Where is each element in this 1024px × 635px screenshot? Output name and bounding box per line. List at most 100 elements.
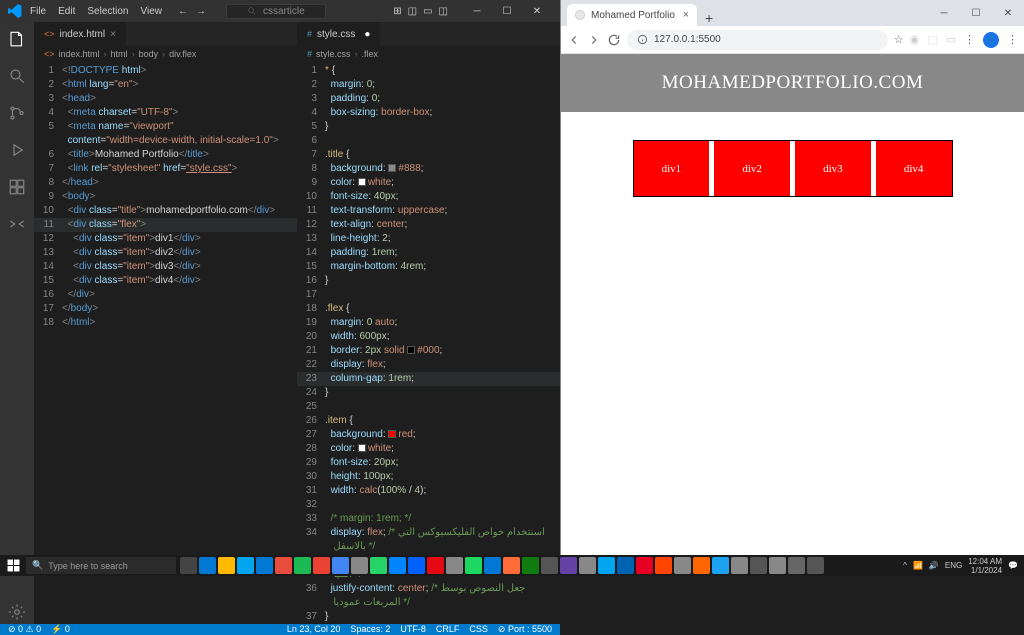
menu-icon[interactable]: ⋮	[1007, 33, 1018, 46]
taskbar-app-icon[interactable]	[370, 557, 387, 574]
ext-icon[interactable]: ▭	[946, 33, 956, 46]
close-icon[interactable]: ×	[683, 9, 689, 21]
taskbar-app-icon[interactable]	[579, 557, 596, 574]
vscode-window: FileEditSelectionView ←→ cssarticle ⊞ ◫ …	[0, 0, 560, 555]
layout-icon[interactable]: ◫	[408, 6, 417, 17]
taskbar-search[interactable]: 🔍Type here to search	[26, 557, 176, 574]
taskbar-app-icon[interactable]	[541, 557, 558, 574]
close-icon[interactable]: ×	[110, 29, 116, 40]
taskbar-app-icon[interactable]	[617, 557, 634, 574]
taskbar-app-icon[interactable]	[389, 557, 406, 574]
windows-taskbar: 🔍Type here to search ^📶🔊ENG 12:04 AM1/1/…	[0, 555, 1024, 576]
extensions-icon[interactable]	[8, 178, 26, 199]
code-area-css[interactable]: 1* {2 margin: 0;3 padding: 0;4 box-sizin…	[297, 62, 560, 624]
taskbar-app-icon[interactable]	[788, 557, 805, 574]
taskbar-app-icon[interactable]	[712, 557, 729, 574]
explorer-icon[interactable]	[8, 30, 26, 51]
taskbar-app-icon[interactable]	[750, 557, 767, 574]
maximize-button[interactable]: ☐	[492, 0, 522, 22]
taskbar-app-icon[interactable]	[636, 557, 653, 574]
menu-view[interactable]: View	[141, 6, 163, 17]
layout-icon[interactable]: ⊞	[393, 6, 401, 17]
chrome-tabstrip: Mohamed Portfolio × + ─ ☐ ✕	[561, 0, 1024, 26]
taskbar-app-icon[interactable]	[218, 557, 235, 574]
taskbar-app-icon[interactable]	[256, 557, 273, 574]
tab-index-html[interactable]: <>index.html×	[34, 22, 127, 46]
source-control-icon[interactable]	[8, 104, 26, 125]
start-button[interactable]	[0, 559, 26, 572]
command-center[interactable]: cssarticle	[226, 4, 326, 19]
taskbar-app-icon[interactable]	[693, 557, 710, 574]
close-button[interactable]: ✕	[992, 0, 1024, 26]
browser-tab[interactable]: Mohamed Portfolio ×	[567, 4, 697, 26]
activity-bar	[0, 22, 34, 624]
minimize-button[interactable]: ─	[928, 0, 960, 26]
taskbar-app-icon[interactable]	[598, 557, 615, 574]
breadcrumb[interactable]: # style.css›.flex	[297, 46, 560, 62]
vscode-logo-icon	[8, 4, 22, 18]
close-button[interactable]: ✕	[522, 0, 552, 22]
flex-item: div3	[795, 141, 871, 196]
flex-item: div4	[876, 141, 952, 196]
ext-icon[interactable]: ⬚	[927, 33, 937, 46]
nav-arrows[interactable]: ←→	[178, 6, 206, 17]
forward-icon[interactable]	[587, 33, 601, 47]
page-title: MOHAMEDPORTFOLIO.COM	[561, 54, 1024, 112]
address-bar[interactable]: 127.0.0.1:5500	[627, 30, 888, 50]
ext-icon[interactable]: ◉	[910, 33, 920, 46]
menu-file[interactable]: File	[30, 6, 46, 17]
taskbar-app-icon[interactable]	[655, 557, 672, 574]
debug-icon[interactable]	[8, 141, 26, 162]
back-icon[interactable]	[567, 33, 581, 47]
taskbar-app-icon[interactable]	[313, 557, 330, 574]
info-icon	[637, 34, 648, 45]
new-tab-button[interactable]: +	[697, 10, 721, 26]
editor-right: #style.css● # style.css›.flex 1* {2 marg…	[297, 22, 560, 624]
taskbar-app-icon[interactable]	[408, 557, 425, 574]
vscode-titlebar: FileEditSelectionView ←→ cssarticle ⊞ ◫ …	[0, 0, 560, 22]
taskbar-app-icon[interactable]	[237, 557, 254, 574]
taskbar-app-icon[interactable]	[275, 557, 292, 574]
flex-container: div1div2div3div4	[633, 140, 953, 197]
search-icon	[247, 6, 257, 16]
code-area-html[interactable]: 1<!DOCTYPE html>2<html lang="en">3<head>…	[34, 62, 297, 624]
taskbar-app-icon[interactable]	[674, 557, 691, 574]
star-icon[interactable]: ☆	[894, 33, 904, 46]
breadcrumb[interactable]: <> index.html›html›body›div.flex	[34, 46, 297, 62]
chrome-toolbar: 127.0.0.1:5500 ☆ ◉ ⬚ ▭ ⋮ 👤 ⋮	[561, 26, 1024, 54]
menu-selection[interactable]: Selection	[87, 6, 128, 17]
layout-icon[interactable]: ◫	[439, 6, 448, 17]
editor-left: <>index.html× <> index.html›html›body›di…	[34, 22, 297, 624]
taskbar-app-icon[interactable]	[332, 557, 349, 574]
taskbar-app-icon[interactable]	[769, 557, 786, 574]
minimize-button[interactable]: ─	[462, 0, 492, 22]
maximize-button[interactable]: ☐	[960, 0, 992, 26]
chrome-window: Mohamed Portfolio × + ─ ☐ ✕ 127.0.0.1:55…	[560, 0, 1024, 555]
taskbar-app-icon[interactable]	[180, 557, 197, 574]
taskbar-app-icon[interactable]	[807, 557, 824, 574]
remote-icon[interactable]	[8, 215, 26, 236]
taskbar-app-icon[interactable]	[294, 557, 311, 574]
taskbar-app-icon[interactable]	[446, 557, 463, 574]
ext-icon[interactable]: ⋮	[964, 33, 975, 46]
search-icon[interactable]	[8, 67, 26, 88]
taskbar-app-icon[interactable]	[503, 557, 520, 574]
taskbar-app-icon[interactable]	[199, 557, 216, 574]
flex-item: div2	[714, 141, 790, 196]
taskbar-app-icon[interactable]	[731, 557, 748, 574]
reload-icon[interactable]	[607, 33, 621, 47]
menu-edit[interactable]: Edit	[58, 6, 75, 17]
page-viewport: MOHAMEDPORTFOLIO.COM div1div2div3div4	[561, 54, 1024, 555]
settings-icon[interactable]	[8, 603, 26, 624]
taskbar-app-icon[interactable]	[427, 557, 444, 574]
tab-style-css[interactable]: #style.css●	[297, 22, 381, 46]
taskbar-app-icon[interactable]	[560, 557, 577, 574]
taskbar-app-icon[interactable]	[484, 557, 501, 574]
taskbar-app-icon[interactable]	[465, 557, 482, 574]
profile-icon[interactable]: 👤	[983, 32, 999, 48]
taskbar-app-icon[interactable]	[522, 557, 539, 574]
layout-icon[interactable]: ▭	[423, 6, 432, 17]
taskbar-app-icon[interactable]	[351, 557, 368, 574]
status-bar: ⊘ 0 ⚠ 0⚡ 0 Ln 23, Col 20Spaces: 2UTF-8CR…	[0, 624, 560, 635]
system-tray[interactable]: ^📶🔊ENG 12:04 AM1/1/2024 💬	[903, 557, 1024, 575]
